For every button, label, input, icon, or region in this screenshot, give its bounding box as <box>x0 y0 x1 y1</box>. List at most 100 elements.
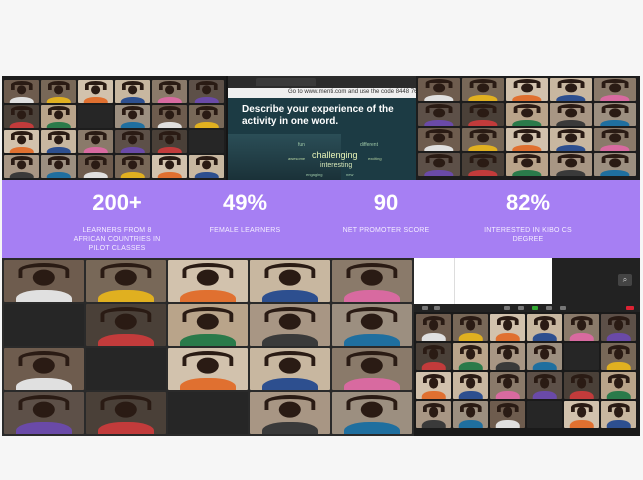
participant-body <box>495 362 520 370</box>
participant-body <box>468 94 498 101</box>
participant-head <box>477 158 489 168</box>
participant-body <box>606 391 631 399</box>
participant-video-tile <box>250 304 330 346</box>
participant-video-tile <box>152 80 187 103</box>
participant-body <box>569 420 594 428</box>
stat-nps-label: NET PROMOTER SCORE <box>342 227 430 234</box>
participant-body <box>180 334 236 346</box>
participant-body <box>556 94 586 101</box>
participant-head <box>433 158 445 168</box>
participant-body <box>16 290 72 302</box>
participant-video-tile <box>4 392 84 434</box>
participant-body <box>83 171 108 178</box>
participant-head <box>90 85 101 95</box>
cloud-word-engaging: engaging <box>306 172 323 177</box>
participant-head <box>360 313 384 331</box>
participant-head <box>502 319 513 331</box>
participant-body <box>421 420 446 428</box>
cloud-word-challenging: challenging <box>312 150 358 160</box>
participant-head <box>502 377 513 389</box>
participant-body <box>468 119 498 126</box>
participant-video-tile <box>86 348 166 390</box>
participant-video-tile <box>168 348 248 390</box>
participant-head <box>477 133 489 143</box>
participant-head <box>565 133 577 143</box>
participant-body <box>600 94 630 101</box>
participant-body <box>344 290 400 302</box>
record-icon[interactable] <box>546 306 552 310</box>
participant-video-tile <box>152 105 187 128</box>
participant-head <box>16 110 27 120</box>
share-screen-icon[interactable] <box>532 306 538 310</box>
participant-head <box>465 406 476 418</box>
participant-video-tile <box>78 155 113 178</box>
participants-icon[interactable] <box>504 306 510 310</box>
participant-video-tile <box>416 401 451 428</box>
reactions-icon[interactable] <box>560 306 566 310</box>
participant-head <box>278 313 302 331</box>
participant-body <box>495 333 520 341</box>
participant-video-tile <box>332 260 412 302</box>
participant-video-tile <box>490 372 525 399</box>
participant-head <box>32 357 56 375</box>
video-grid-top-right <box>416 76 640 180</box>
participant-head <box>428 406 439 418</box>
participant-video-tile <box>527 343 562 370</box>
participant-body <box>344 378 400 390</box>
participant-body <box>468 169 498 176</box>
meeting-toolbar <box>414 304 640 312</box>
participant-video-tile <box>41 155 76 178</box>
participant-video-tile <box>594 153 636 176</box>
participant-video-tile <box>418 78 460 101</box>
participant-video-tile <box>115 130 150 153</box>
participant-body <box>512 119 542 126</box>
participant-video-tile <box>332 348 412 390</box>
participant-head <box>565 158 577 168</box>
participant-head <box>360 357 384 375</box>
participant-video-tile <box>564 343 599 370</box>
participant-body <box>458 362 483 370</box>
stat-nps-value: 90 <box>373 190 399 215</box>
participant-body <box>46 121 71 128</box>
participant-head <box>613 319 624 331</box>
participant-body <box>606 420 631 428</box>
shared-screen-area: ⌕ <box>414 258 640 304</box>
participant-head <box>201 85 212 95</box>
participant-head <box>196 313 220 331</box>
video-icon[interactable] <box>434 306 440 310</box>
participant-video-tile <box>506 153 548 176</box>
participant-video-tile <box>41 105 76 128</box>
participant-video-tile <box>601 372 636 399</box>
collage-slide: Go to www.menti.com and use the code 844… <box>2 76 640 436</box>
stat-learners-label: LEARNERS FROM 8 AFRICAN COUNTRIES IN PIL… <box>73 227 161 252</box>
end-meeting-button[interactable] <box>626 306 634 310</box>
participant-head <box>539 319 550 331</box>
participant-body <box>600 169 630 176</box>
participant-video-tile <box>416 314 451 341</box>
participant-body <box>46 96 71 103</box>
participant-video-tile <box>453 343 488 370</box>
participant-body <box>262 290 318 302</box>
participant-video-tile <box>168 260 248 302</box>
participant-head <box>127 110 138 120</box>
participant-body <box>421 391 446 399</box>
chat-icon[interactable] <box>518 306 524 310</box>
participant-video-tile <box>462 78 504 101</box>
mute-icon[interactable] <box>422 306 428 310</box>
participant-head <box>114 269 138 287</box>
participant-head <box>465 348 476 360</box>
participant-head <box>613 377 624 389</box>
participant-head <box>477 108 489 118</box>
search-icon[interactable]: ⌕ <box>618 274 632 286</box>
participant-body <box>569 391 594 399</box>
participant-head <box>127 135 138 145</box>
participant-video-tile <box>78 105 113 128</box>
participant-video-tile <box>250 260 330 302</box>
participant-body <box>120 171 145 178</box>
stat-kibo-label: INTERESTED IN KIBO CS DEGREE <box>484 227 572 243</box>
participant-head <box>32 269 56 287</box>
participant-body <box>98 422 154 434</box>
participant-video-tile <box>332 304 412 346</box>
participant-video-tile <box>189 130 224 153</box>
participant-head <box>114 401 138 419</box>
